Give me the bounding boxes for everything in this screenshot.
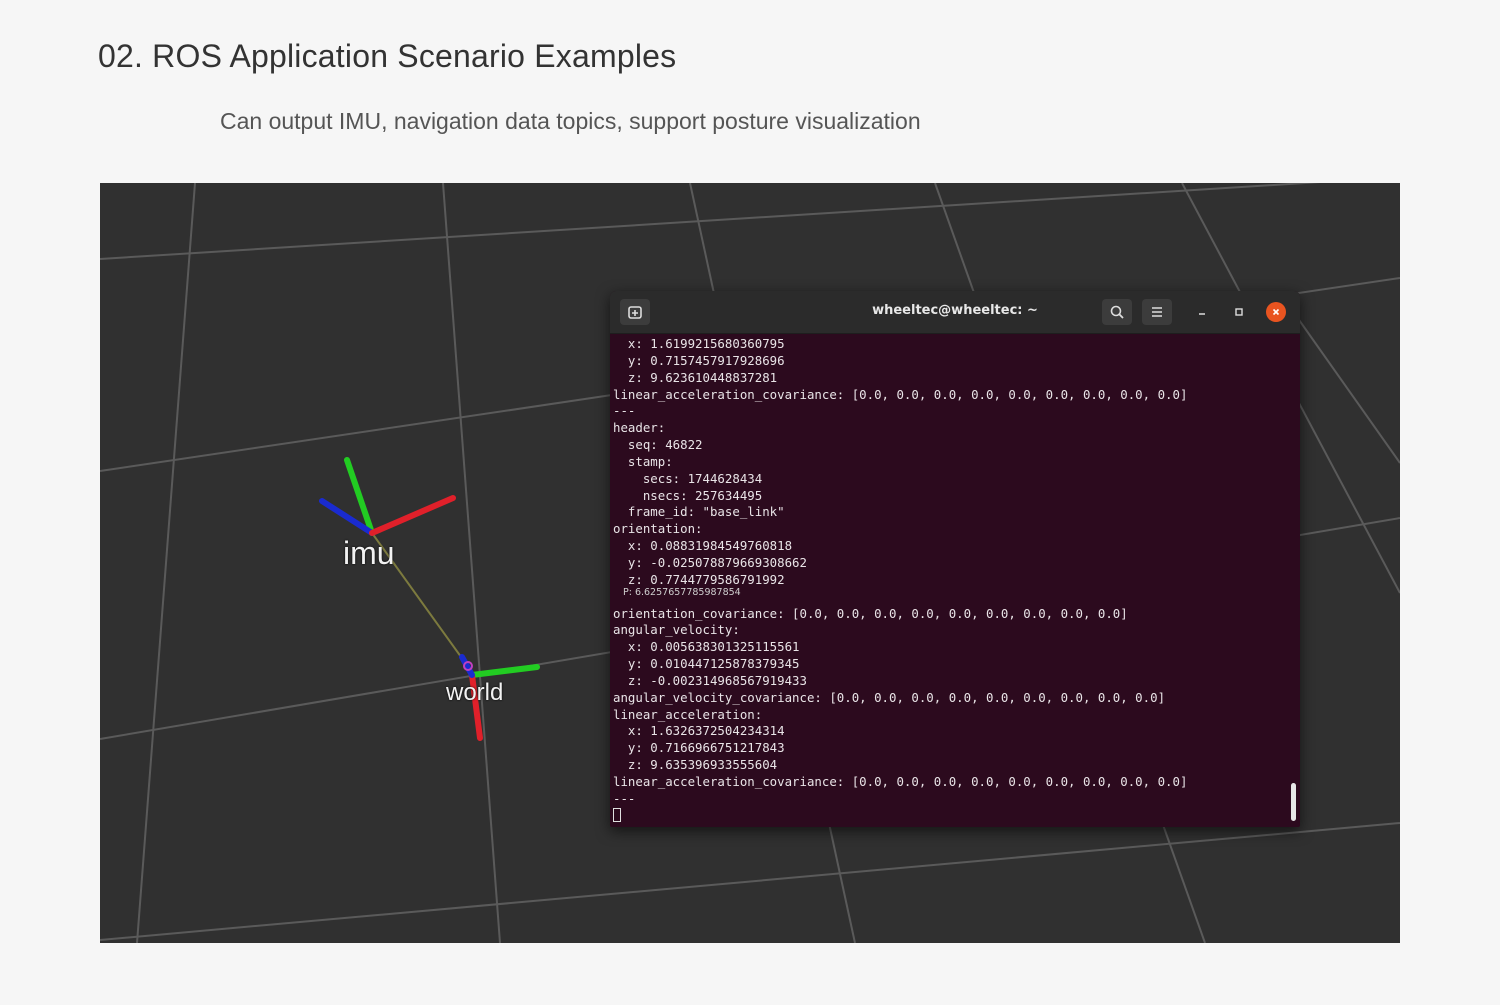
imu-frame-label: imu — [343, 535, 395, 571]
terminal-line: linear_acceleration: — [613, 706, 763, 722]
terminal-line: x: 0.08831984549760818 — [613, 538, 793, 554]
page-subtitle: Can output IMU, navigation data topics, … — [220, 108, 921, 134]
terminal-line: z: -0.002314968567919433 — [613, 672, 807, 688]
terminal-scrollbar[interactable] — [1291, 783, 1296, 821]
terminal-line: x: 1.6326372504234314 — [613, 723, 785, 739]
terminal-cursor — [613, 807, 621, 822]
terminal-output[interactable]: x: 1.6199215680360795 y: 0.7157457917928… — [610, 334, 1300, 824]
terminal-line: stamp: — [613, 453, 673, 469]
minimize-button[interactable] — [1192, 302, 1212, 322]
maximize-button[interactable] — [1229, 302, 1249, 322]
terminal-line: angular_velocity: — [613, 622, 740, 638]
page-title: 02. ROS Application Scenario Examples — [98, 38, 677, 74]
terminal-line: x: 1.6199215680360795 — [613, 336, 785, 351]
terminal-line: y: 0.7166966751217843 — [613, 740, 785, 756]
terminal-line: secs: 1744628434 — [613, 470, 763, 486]
search-button[interactable] — [1102, 299, 1132, 325]
terminal-line: frame_id: "base_link" — [613, 504, 785, 520]
close-button[interactable] — [1266, 302, 1286, 322]
terminal-line: orientation: — [613, 521, 703, 537]
hamburger-menu-icon — [1152, 307, 1162, 317]
terminal-titlebar[interactable]: wheeltec@wheeltec: ~ — [610, 291, 1300, 334]
rviz-viewport[interactable]: imu world wheeltec@wheeltec: ~ x: 1.6199… — [100, 183, 1400, 943]
imu-axes — [319, 457, 456, 536]
terminal-line: --- — [613, 790, 636, 806]
terminal-line: linear_acceleration_covariance: [0.0, 0.… — [613, 386, 1188, 402]
terminal-window[interactable]: wheeltec@wheeltec: ~ x: 1.61992156803607… — [610, 291, 1300, 827]
terminal-line: seq: 46822 — [613, 437, 703, 453]
rviz-hover-tooltip: P: 6.6257657785987854 — [623, 587, 741, 598]
minimize-icon — [1199, 313, 1205, 315]
terminal-line: z: 9.635396933555604 — [613, 757, 778, 773]
terminal-line: linear_acceleration_covariance: [0.0, 0.… — [613, 773, 1188, 789]
search-icon — [1110, 305, 1124, 319]
page-footer-area — [0, 943, 1500, 1005]
world-frame-label: world — [446, 679, 504, 706]
close-icon — [1272, 308, 1280, 316]
terminal-line: nsecs: 257634495 — [613, 487, 763, 503]
terminal-line: angular_velocity_covariance: [0.0, 0.0, … — [613, 689, 1166, 705]
terminal-line: y: 0.7157457917928696 — [613, 352, 785, 368]
terminal-line: orientation_covariance: [0.0, 0.0, 0.0, … — [613, 605, 1128, 621]
terminal-prompt-line[interactable] — [613, 807, 1300, 825]
terminal-line: x: 0.005638301325115561 — [613, 639, 800, 655]
terminal-line: --- — [613, 403, 636, 419]
terminal-line: header: — [613, 420, 666, 436]
terminal-line: y: 0.010447125878379345 — [613, 656, 800, 672]
terminal-line: z: 9.623610448837281 — [613, 369, 778, 385]
maximize-icon — [1235, 308, 1243, 316]
menu-button[interactable] — [1142, 299, 1172, 325]
terminal-line: y: -0.025078879669308662 — [613, 554, 807, 570]
